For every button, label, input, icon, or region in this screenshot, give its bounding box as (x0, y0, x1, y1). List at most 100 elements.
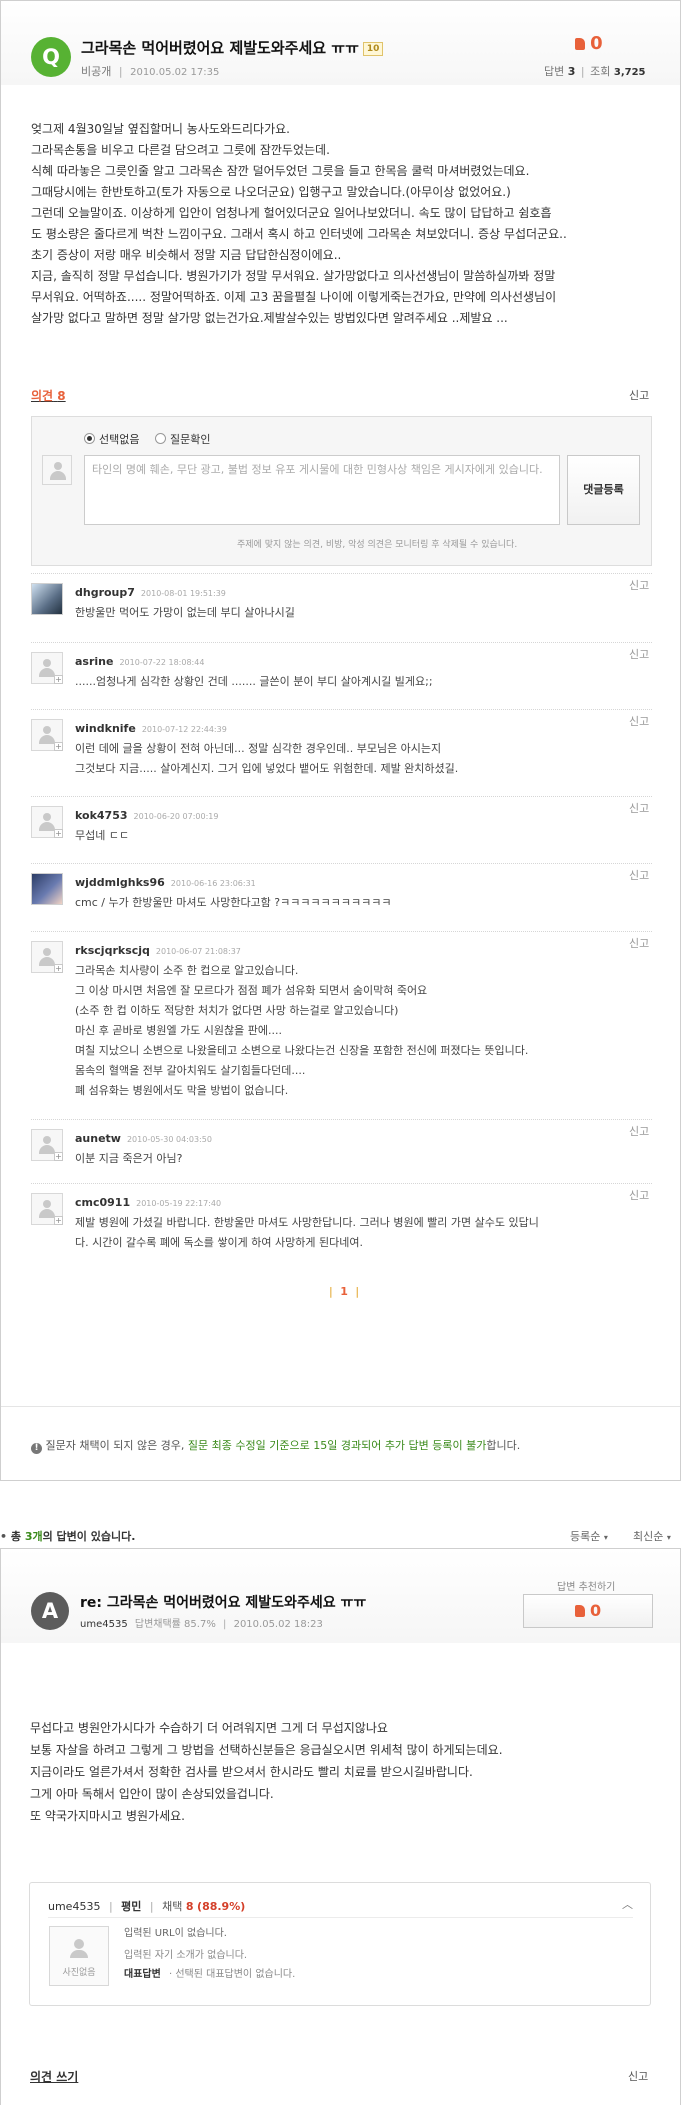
comment-line: (소주 한 컵 이하도 적당한 처치가 없다면 사망 하는걸로 알고있습니다) (75, 1004, 399, 1017)
comment-line: 그 이상 마시면 처음엔 잘 모르다가 점점 폐가 섬유화 되면서 숨이막혀 죽… (75, 984, 428, 997)
closed-notice: ! 질문자 채택이 되지 않은 경우, 질문 최종 수정일 기준으로 15일 경… (31, 1437, 520, 1454)
radio-checked-icon (84, 433, 95, 444)
profile-user[interactable]: ume4535 (48, 1900, 100, 1913)
pagination: | 1 | (329, 1285, 360, 1298)
view-count: 3,725 (613, 67, 646, 78)
comment-divider (31, 573, 652, 574)
comment-text: 그라목손 치사량이 소주 한 컵으로 알고있습니다. 그 이상 마시면 처음엔 잘… (75, 961, 528, 1101)
comment-line: 며칠 지났으니 소변으로 나왔을테고 소변으로 나왔다는건 신장을 포함한 전신… (75, 1044, 529, 1057)
recommend-button[interactable]: 0 (523, 1594, 653, 1628)
answer-body: 무섭다고 병원안가시다가 수습하기 더 어려워지면 그게 더 무섭지않나요 보통… (30, 1721, 503, 1823)
comment-text: 이분 지금 죽은거 아님? (75, 1149, 182, 1169)
question-body: 엊그제 4월30일날 옆집할머니 농사도와드리다가요. 그라목손통을 비우고 다… (31, 122, 567, 325)
thumb-up-icon (574, 1605, 585, 1617)
comment-author[interactable]: windknife 2010-07-12 22:44:39 (75, 722, 227, 735)
comment-divider (31, 709, 652, 710)
default-avatar[interactable]: + (31, 1193, 63, 1225)
comment-author[interactable]: asrine 2010-07-22 18:08:44 (75, 655, 204, 668)
comment-author[interactable]: wjddmlghks96 2010-06-16 23:06:31 (75, 876, 256, 889)
profile-adopt-count: 8 (185, 1900, 194, 1913)
chevron-down-icon: ▾ (666, 1533, 671, 1542)
profile-grade: 평민 (121, 1900, 142, 1913)
eagle-avatar[interactable] (31, 583, 63, 615)
comment-line: 폐 섬유화는 병원에서도 막을 방법이 없습니다. (75, 1084, 289, 1097)
comment-date: 2010-06-16 23:06:31 (170, 879, 256, 888)
comment-report-link[interactable]: 신고 (629, 935, 649, 951)
comment-line: 한방울만 먹어도 가망이 없는데 부디 살아나시길 (75, 606, 295, 619)
comment-report-link[interactable]: 신고 (629, 1123, 649, 1139)
question-meta: 비공개 | 2010.05.02 17:35 (81, 65, 220, 78)
comment-report-link[interactable]: 신고 (629, 713, 649, 729)
comment-report-link[interactable]: 신고 (629, 800, 649, 816)
opinion-notice: 주제에 맞지 않는 의견, 비방, 악성 의견은 모니터링 후 삭제될 수 있습… (237, 540, 518, 550)
profile-line: ume4535 | 평민 | 채택 8 (88.9%) (48, 1900, 246, 1913)
comment-author-name: asrine (75, 655, 114, 668)
default-avatar[interactable]: + (31, 806, 63, 838)
sort-latest[interactable]: 최신순 ▾ (633, 1528, 671, 1544)
question-like[interactable]: 0 (575, 33, 603, 54)
comment-divider (31, 796, 652, 797)
comment-author[interactable]: rkscjqrkscjq 2010-06-07 21:08:37 (75, 944, 241, 957)
comment-report-link[interactable]: 신고 (629, 646, 649, 662)
default-avatar[interactable]: + (31, 652, 63, 684)
profile-adopt-rate: (88.9%) (197, 1900, 246, 1913)
answer-badge: A (31, 1592, 69, 1630)
comment-line: 마신 후 곧바로 병원엘 가도 시원찮을 판에.... (75, 1024, 283, 1037)
question-report-link[interactable]: 신고 (629, 387, 649, 403)
visibility-label: 비공개 (81, 65, 112, 78)
comment-author-name: wjddmlghks96 (75, 876, 165, 889)
default-avatar[interactable]: + (31, 1129, 63, 1161)
person-icon (74, 1939, 84, 1949)
commenter-avatar (42, 455, 72, 485)
comment-author[interactable]: aunetw 2010-05-30 04:03:50 (75, 1132, 212, 1145)
answer-meta: ume4535 답변채택률 85.7% | 2010.05.02 18:23 (80, 1619, 323, 1630)
submit-opinion-button[interactable]: 댓글등록 (567, 455, 640, 525)
comment-report-link[interactable]: 신고 (629, 577, 649, 593)
answer-report-link[interactable]: 신고 (628, 2068, 648, 2084)
answer-title: re: 그라목손 먹어버렸어요 제발도와주세요 ㅠㅠ (80, 1595, 367, 1611)
comment-author[interactable]: cmc0911 2010-05-19 22:17:40 (75, 1196, 221, 1209)
comment-report-link[interactable]: 신고 (629, 1187, 649, 1203)
comment-line: 그라목손 치사량이 소주 한 컵으로 알고있습니다. (75, 964, 299, 977)
comment-date: 2010-05-19 22:17:40 (136, 1199, 222, 1208)
anime-avatar[interactable] (31, 873, 63, 905)
points-badge: 10 (362, 42, 384, 56)
plus-icon: + (54, 742, 63, 751)
comment-divider (31, 1183, 652, 1184)
opinion-textarea[interactable]: 타인의 명예 훼손, 무단 광고, 불법 정보 유포 게시물에 대한 민형사상 … (84, 455, 560, 525)
opinions-heading[interactable]: 의견 8 (31, 387, 66, 404)
comment-line: ......엄청나게 심각한 상황인 건데 ....... 글쓴이 분이 부디 … (75, 675, 433, 688)
comment-line: 제발 병원에 가셨길 바랍니다. 한방울만 마셔도 사망한답니다. 그러나 병원… (75, 1216, 539, 1229)
question-badge: Q (31, 37, 71, 77)
comment-date: 2010-07-22 18:08:44 (119, 658, 205, 667)
chevron-up-icon[interactable]: ︿ (622, 1896, 633, 1912)
comment-report-link[interactable]: 신고 (629, 867, 649, 883)
profile-url: 입력된 URL이 없습니다. (124, 1928, 227, 1939)
radio-check[interactable]: 질문확인 (154, 433, 210, 446)
answer-date: 2010.05.02 18:23 (233, 1619, 323, 1630)
opinions-count: 8 (57, 389, 66, 403)
page-current[interactable]: 1 (340, 1285, 348, 1298)
opinion-write-link[interactable]: 의견 쓰기 (30, 2068, 78, 2085)
profile-intro: 입력된 자기 소개가 없습니다. (124, 1950, 248, 1961)
comment-line: 이분 지금 죽은거 아님? (75, 1152, 183, 1165)
comment-author[interactable]: kok4753 2010-06-20 07:00:19 (75, 809, 218, 822)
comment-line: cmc / 누가 한방울만 마셔도 사망한다고함 ?ㅋㅋㅋㅋㅋㅋㅋㅋㅋㅋㅋ (75, 896, 392, 909)
question-panel: Q 그라목손 먹어버렸어요 제발도와주세요 ㅠㅠ 10 비공개 | 2010.05… (0, 0, 681, 1481)
sort-registered[interactable]: 등록순 ▾ (570, 1528, 608, 1544)
comment-text: ......엄청나게 심각한 상황인 건데 ....... 글쓴이 분이 부디 … (75, 672, 433, 692)
answer-user[interactable]: ume4535 (80, 1619, 128, 1630)
question-date: 2010.05.02 17:35 (130, 67, 220, 78)
radio-none[interactable]: 선택없음 (84, 433, 139, 446)
plus-icon: + (54, 1152, 63, 1161)
question-title: 그라목손 먹어버렸어요 제발도와주세요 ㅠㅠ 10 (81, 37, 384, 58)
plus-icon: + (54, 1216, 63, 1225)
comment-author[interactable]: dhgroup7 2010-08-01 19:51:39 (75, 586, 226, 599)
default-avatar[interactable]: + (31, 719, 63, 751)
info-icon: ! (31, 1443, 42, 1454)
recommend-label: 답변 추천하기 (557, 1582, 616, 1593)
plus-icon: + (54, 829, 63, 838)
plus-icon: + (54, 675, 63, 684)
default-avatar[interactable]: + (31, 941, 63, 973)
comment-date: 2010-07-12 22:44:39 (141, 725, 227, 734)
